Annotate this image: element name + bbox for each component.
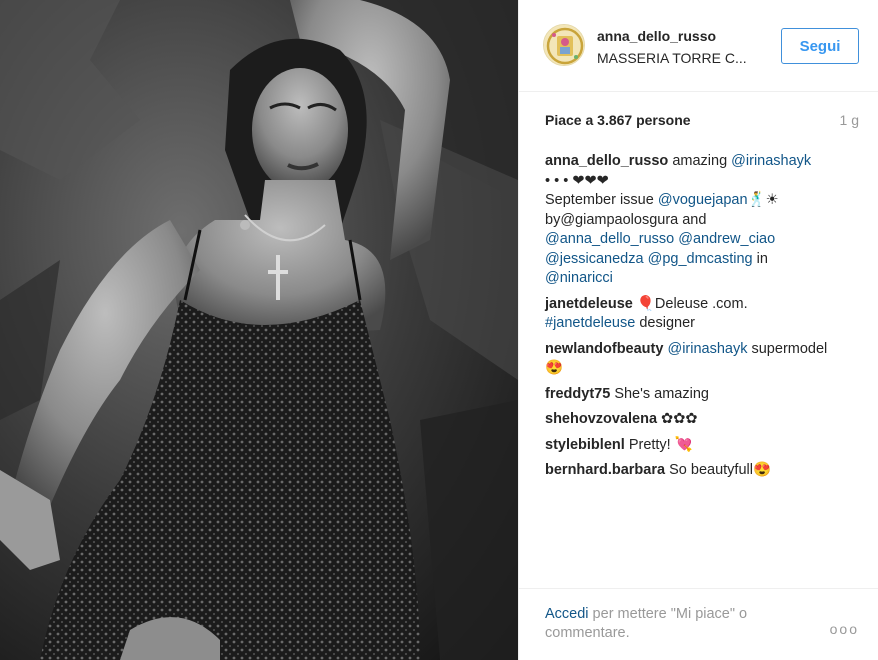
- hashtag-link[interactable]: #janetdeleuse: [545, 315, 635, 331]
- comment-text: designer: [635, 315, 695, 331]
- post-image: [0, 0, 518, 660]
- mention-link[interactable]: @pg_dmcasting: [648, 251, 753, 267]
- caption-text: September issue: [545, 192, 658, 208]
- comment-text: Pretty! 💘: [628, 436, 693, 453]
- comment-text: 😍: [545, 360, 564, 376]
- post-username[interactable]: anna_dello_russo: [597, 28, 716, 44]
- mention-link[interactable]: @voguejapan: [658, 192, 748, 208]
- login-prompt: Accedi per mettere "Mi piace" o commenta…: [545, 605, 805, 643]
- comments-list: anna_dello_russo amazing @irinashayk • •…: [545, 152, 861, 487]
- mention-link[interactable]: @ninaricci: [545, 270, 613, 286]
- comment-text: So beautyfull😍: [669, 462, 771, 478]
- likes-count[interactable]: Piace a 3.867 persone: [545, 112, 691, 128]
- post-header: anna_dello_russo MASSERIA TORRE C... Seg…: [519, 0, 878, 92]
- caption-text: by@giampaolosgura and: [545, 211, 707, 228]
- profile-avatar[interactable]: [543, 24, 585, 66]
- comment-item: bernhard.barbara So beautyfull😍: [545, 461, 861, 481]
- caption-text: amazing: [672, 153, 732, 169]
- caption-text: • • • ❤❤❤: [545, 172, 609, 189]
- comment-text: She's amazing: [614, 385, 709, 402]
- avatar-image: [544, 25, 584, 65]
- follow-button[interactable]: Segui: [781, 28, 859, 64]
- caption-author[interactable]: anna_dello_russo: [545, 153, 668, 169]
- login-link[interactable]: Accedi: [545, 606, 589, 622]
- comment-item: janetdeleuse 🎈Deleuse .com. #janetdeleus…: [545, 295, 861, 334]
- more-options-icon[interactable]: ooo: [830, 621, 859, 637]
- comment-item: shehovzovalena ✿✿✿: [545, 410, 861, 430]
- post-photo[interactable]: [0, 0, 518, 660]
- post-details-panel: anna_dello_russo MASSERIA TORRE C... Seg…: [518, 0, 878, 660]
- comment-author[interactable]: janetdeleuse: [545, 296, 633, 312]
- comment-author[interactable]: freddyt75: [545, 386, 610, 402]
- comment-item: stylebiblenl Pretty! 💘: [545, 436, 861, 456]
- post-time[interactable]: 1 g: [840, 112, 859, 128]
- comment-text: 🎈Deleuse .com.: [636, 295, 748, 312]
- caption: anna_dello_russo amazing @irinashayk • •…: [545, 152, 861, 289]
- comment-item: freddyt75 She's amazing: [545, 385, 861, 405]
- comment-text: supermodel: [747, 340, 828, 357]
- comment-author[interactable]: bernhard.barbara: [545, 462, 665, 478]
- post-footer: Accedi per mettere "Mi piace" o commenta…: [519, 588, 878, 660]
- comment-text: ✿✿✿: [661, 411, 698, 427]
- likes-row: Piace a 3.867 persone 1 g: [545, 112, 859, 128]
- mention-link[interactable]: @irinashayk: [667, 341, 747, 357]
- comment-author[interactable]: newlandofbeauty: [545, 341, 663, 357]
- caption-text: 🕺☀: [747, 192, 779, 208]
- mention-link[interactable]: @anna_dello_russo: [545, 231, 674, 247]
- mention-link[interactable]: @jessicanedza: [545, 251, 644, 267]
- mention-link[interactable]: @irinashayk: [731, 153, 811, 169]
- comment-author[interactable]: shehovzovalena: [545, 411, 657, 427]
- post-location[interactable]: MASSERIA TORRE C...: [597, 50, 747, 66]
- comment-item: newlandofbeauty @irinashayk supermodel 😍: [545, 340, 861, 379]
- comment-author[interactable]: stylebiblenl: [545, 437, 625, 453]
- caption-text: in: [752, 250, 768, 267]
- mention-link[interactable]: @andrew_ciao: [678, 231, 775, 247]
